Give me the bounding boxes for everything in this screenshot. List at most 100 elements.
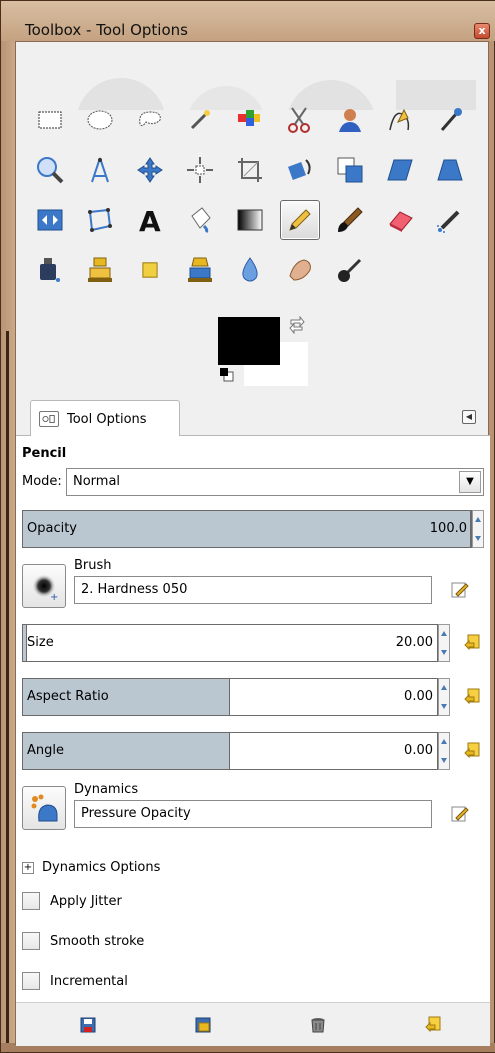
dynamics-button[interactable]	[22, 786, 66, 830]
foreground-select-tool-button[interactable]	[330, 100, 370, 140]
swap-colors-icon[interactable]	[288, 316, 306, 334]
scissors-select-tool-button[interactable]	[280, 100, 320, 140]
crop-tool-button[interactable]	[230, 150, 270, 190]
mode-row: Mode: Normal ▼	[22, 468, 484, 496]
perspective-icon	[437, 159, 463, 181]
mode-select[interactable]: Normal ▼	[66, 468, 484, 496]
close-button[interactable]: x	[474, 23, 490, 39]
move-tool-button[interactable]	[130, 150, 170, 190]
default-colors-icon[interactable]	[219, 367, 235, 383]
clone-icon	[88, 257, 112, 282]
align-tool-button[interactable]	[180, 150, 220, 190]
smudge-tool-button[interactable]	[280, 250, 320, 290]
smudge-icon	[289, 259, 311, 281]
measure-tool-button[interactable]	[80, 150, 120, 190]
rect-select-tool-button[interactable]	[30, 100, 70, 140]
restore-options-icon	[195, 1017, 211, 1033]
rotate-tool-button[interactable]	[280, 150, 320, 190]
fuzzy-select-tool-button[interactable]	[180, 100, 220, 140]
mode-label: Mode:	[22, 474, 62, 489]
edit-dynamics-icon[interactable]	[450, 804, 470, 824]
smooth-stroke-checkbox[interactable]	[22, 932, 40, 950]
zoom-tool-button[interactable]	[30, 150, 70, 190]
dock-menu-button[interactable]: ◀	[462, 410, 476, 424]
paths-icon	[389, 108, 410, 131]
airbrush-tool-button[interactable]	[430, 200, 470, 240]
edit-brush-icon[interactable]	[450, 580, 470, 600]
smooth-stroke-row[interactable]: Smooth stroke	[22, 932, 144, 950]
reset-aspect-ratio-icon[interactable]	[462, 687, 482, 707]
aspect-ratio-slider[interactable]: Aspect Ratio 0.00	[22, 678, 438, 716]
shear-tool-button[interactable]	[380, 150, 420, 190]
incremental-row[interactable]: Incremental	[22, 972, 128, 990]
brush-name-field[interactable]: 2. Hardness 050	[74, 576, 432, 604]
opacity-value: 100.0	[429, 521, 467, 536]
aspect-ratio-spin[interactable]	[438, 678, 450, 716]
free-select-icon	[139, 111, 161, 127]
size-spin[interactable]	[438, 624, 450, 662]
foreground-color[interactable]	[218, 317, 280, 365]
scissors-select-icon	[288, 107, 310, 133]
brush-button[interactable]: +	[22, 564, 66, 608]
pencil-tool-button[interactable]	[280, 200, 320, 240]
eraser-tool-button[interactable]	[380, 200, 420, 240]
color-select-tool-button[interactable]	[230, 100, 270, 140]
apply-jitter-checkbox[interactable]	[22, 892, 40, 910]
expand-icon[interactable]: +	[22, 861, 34, 874]
cage-transform-icon	[88, 208, 112, 232]
incremental-checkbox[interactable]	[22, 972, 40, 990]
clone-tool-button[interactable]	[80, 250, 120, 290]
opacity-spin[interactable]	[472, 510, 484, 548]
text-tool-button[interactable]: A	[130, 200, 170, 240]
delete-options-button[interactable]	[306, 1013, 330, 1037]
angle-slider[interactable]: Angle 0.00	[22, 732, 438, 770]
perspective-clone-icon	[188, 257, 212, 282]
blur-tool-button[interactable]	[230, 250, 270, 290]
size-slider[interactable]: Size 20.00	[22, 624, 438, 662]
angle-spin[interactable]	[438, 732, 450, 770]
paths-tool-button[interactable]	[380, 100, 420, 140]
tool-options-icon	[39, 411, 59, 427]
save-options-button[interactable]	[76, 1013, 100, 1037]
dynamics-options-expander[interactable]: + Dynamics Options	[22, 860, 160, 875]
options-button-bar	[16, 1002, 490, 1046]
reset-options-button[interactable]	[421, 1013, 445, 1037]
heal-tool-button[interactable]	[130, 250, 170, 290]
title-bar[interactable]: Toolbox - Tool Options x	[1, 1, 495, 41]
blur-icon	[242, 257, 258, 282]
dynamics-name-field[interactable]: Pressure Opacity	[74, 800, 432, 828]
reset-size-icon[interactable]	[462, 633, 482, 653]
svg-text:A: A	[139, 205, 161, 236]
flip-tool-button[interactable]	[30, 200, 70, 240]
scale-icon	[337, 157, 363, 183]
ink-icon	[40, 258, 60, 282]
dropdown-arrow-icon[interactable]: ▼	[459, 471, 481, 493]
ellipse-select-tool-button[interactable]	[80, 100, 120, 140]
dodge-burn-tool-button[interactable]	[330, 250, 370, 290]
color-select-icon	[238, 110, 260, 126]
free-select-tool-button[interactable]	[130, 100, 170, 140]
blend-tool-button[interactable]	[230, 200, 270, 240]
delete-options-icon	[311, 1018, 325, 1033]
resize-grip[interactable]	[6, 331, 9, 1053]
smooth-stroke-label: Smooth stroke	[50, 933, 145, 949]
window-title: Toolbox - Tool Options	[25, 21, 188, 39]
restore-options-button[interactable]	[191, 1013, 215, 1037]
flip-icon	[37, 209, 63, 231]
cage-transform-tool-button[interactable]	[80, 200, 120, 240]
tab-tool-options[interactable]: Tool Options	[30, 400, 180, 437]
perspective-clone-tool-button[interactable]	[180, 250, 220, 290]
bucket-fill-tool-button[interactable]	[180, 200, 220, 240]
apply-jitter-row[interactable]: Apply Jitter	[22, 892, 122, 910]
ellipse-select-icon	[87, 110, 113, 130]
color-picker-tool-button[interactable]	[430, 100, 470, 140]
paintbrush-tool-button[interactable]	[330, 200, 370, 240]
airbrush-icon	[437, 210, 460, 233]
opacity-slider[interactable]: Opacity 100.0	[22, 510, 472, 548]
mode-value: Normal	[73, 474, 121, 489]
ink-tool-button[interactable]	[30, 250, 70, 290]
scale-tool-button[interactable]	[330, 150, 370, 190]
move-icon	[137, 157, 163, 183]
reset-angle-icon[interactable]	[462, 741, 482, 761]
perspective-tool-button[interactable]	[430, 150, 470, 190]
